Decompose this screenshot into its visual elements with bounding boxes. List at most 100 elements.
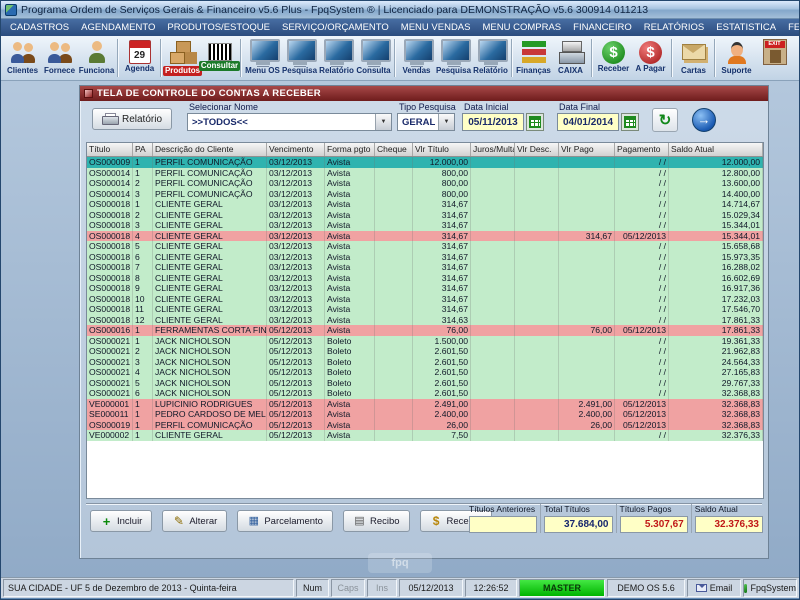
toolbar-button-financas[interactable]: Finanças	[515, 38, 552, 76]
table-cell: PERFIL COMUNICAÇÃO	[153, 168, 267, 179]
toolbar-button-cartas[interactable]: Cartas	[675, 38, 712, 76]
table-row[interactable]: OS00001810CLIENTE GERAL03/12/2013Avista3…	[87, 294, 763, 305]
toolbar-button-relatorio[interactable]: Relatório	[472, 38, 509, 76]
toolbar-button-label: Relatório	[471, 66, 510, 76]
column-header-vencimento[interactable]: Vencimento	[267, 143, 325, 156]
toolbar-button-pesquisa[interactable]: Pesquisa	[281, 38, 318, 76]
table-row[interactable]: OS0000215JACK NICHOLSON05/12/2013Boleto2…	[87, 378, 763, 389]
table-cell: / /	[615, 189, 669, 200]
table-row[interactable]: VE0000021CLIENTE GERAL05/12/2013Avista7,…	[87, 430, 763, 441]
toolbar-button-produtos[interactable]: Produtos	[164, 38, 201, 76]
menu-item-servico-orcamento[interactable]: SERVIÇO/ORÇAMENTO	[276, 19, 395, 36]
table-cell: OS000019	[87, 420, 133, 431]
toolbar-button-fornece[interactable]: Fornece	[41, 38, 78, 76]
column-header-vlr-desc[interactable]: Vlr Desc.	[515, 143, 559, 156]
table-row[interactable]: OS0000188CLIENTE GERAL03/12/2013Avista31…	[87, 273, 763, 284]
menu-item-produtos-estoque[interactable]: PRODUTOS/ESTOQUE	[161, 19, 276, 36]
table-row[interactable]: OS0000161FERRAMENTAS CORTA FINO05/12/201…	[87, 325, 763, 336]
column-header-titulo[interactable]: Título	[87, 143, 133, 156]
go-button[interactable]: →	[692, 108, 716, 132]
refresh-button[interactable]: ↻	[652, 108, 678, 132]
toolbar-button-consultar[interactable]: Consultar	[201, 38, 238, 71]
incluir-button[interactable]: Incluir	[90, 510, 152, 532]
table-row[interactable]: OS0000212JACK NICHOLSON05/12/2013Boleto2…	[87, 346, 763, 357]
table-row[interactable]: OS0000191PERFIL COMUNICAÇÃO05/12/2013Avi…	[87, 420, 763, 431]
table-cell: 32.376,33	[669, 430, 763, 441]
menu-item-estatistica[interactable]: ESTATISTICA	[710, 19, 782, 36]
menu-item-financeiro[interactable]: FINANCEIRO	[567, 19, 638, 36]
table-row[interactable]: OS0000189CLIENTE GERAL03/12/2013Avista31…	[87, 283, 763, 294]
table-row[interactable]: OS0000214JACK NICHOLSON05/12/2013Boleto2…	[87, 367, 763, 378]
toolbar-button-funciona[interactable]: Funciona	[78, 38, 115, 76]
menu-item-agendamento[interactable]: AGENDAMENTO	[75, 19, 161, 36]
data-inicial-field[interactable]: 05/11/2013	[462, 113, 524, 131]
column-header-forma-pgto[interactable]: Forma pgto	[325, 143, 375, 156]
table-row[interactable]: OS0000211JACK NICHOLSON05/12/2013Boleto1…	[87, 336, 763, 347]
table-row[interactable]: OS0000187CLIENTE GERAL03/12/2013Avista31…	[87, 262, 763, 273]
table-cell: PERFIL COMUNICAÇÃO	[153, 420, 267, 431]
toolbar-button-vendas[interactable]: Vendas	[398, 38, 435, 76]
table-cell	[515, 367, 559, 378]
column-header-descricao-do-cliente[interactable]: Descrição do Cliente	[153, 143, 267, 156]
menu-item-menu-compras[interactable]: MENU COMPRAS	[476, 19, 567, 36]
data-final-calendar-button[interactable]	[621, 113, 639, 131]
toolbar-button-a-pagar[interactable]: A Pagar	[632, 38, 669, 74]
table-row[interactable]: OS00001811CLIENTE GERAL03/12/2013Avista3…	[87, 304, 763, 315]
table-row[interactable]: OS0000142PERFIL COMUNICAÇÃO03/12/2013Avi…	[87, 178, 763, 189]
table-row[interactable]: OS0000182CLIENTE GERAL03/12/2013Avista31…	[87, 210, 763, 221]
table-row[interactable]: OS0000184CLIENTE GERAL03/12/2013Avista31…	[87, 231, 763, 242]
toolbar-button-menu-os[interactable]: Menu OS	[244, 38, 281, 76]
table-row[interactable]: OS0000143PERFIL COMUNICAÇÃO03/12/2013Avi…	[87, 189, 763, 200]
data-final-field[interactable]: 04/01/2014	[557, 113, 619, 131]
table-row[interactable]: VE0000011LUPICINIO RODRIGUES05/12/2013Av…	[87, 399, 763, 410]
toolbar-button-clientes[interactable]: Clientes	[4, 38, 41, 76]
tipo-pesquisa-select[interactable]: GERAL ▼	[397, 113, 455, 131]
column-header-juros-multa[interactable]: Juros/Multa	[471, 143, 515, 156]
table-cell	[515, 178, 559, 189]
table-row[interactable]: OS0000181CLIENTE GERAL03/12/2013Avista31…	[87, 199, 763, 210]
data-inicial-calendar-button[interactable]	[526, 113, 544, 131]
toolbar-button-suporte[interactable]: Suporte	[718, 38, 755, 76]
menu-item-menu-vendas[interactable]: MENU VENDAS	[395, 19, 477, 36]
table-row[interactable]: OS0000141PERFIL COMUNICAÇÃO03/12/2013Avi…	[87, 168, 763, 179]
table-row[interactable]: OS0000216JACK NICHOLSON05/12/2013Boleto2…	[87, 388, 763, 399]
chevron-down-icon[interactable]: ▼	[375, 114, 391, 130]
table-row[interactable]: SE0000111PEDRO CARDOSO DE MELO05/12/2013…	[87, 409, 763, 420]
table-cell: 05/12/2013	[615, 399, 669, 410]
menu-item-ferramentas[interactable]: FERRAMENTAS	[782, 19, 800, 36]
table-row[interactable]: OS00001812CLIENTE GERAL03/12/2013Avista3…	[87, 315, 763, 326]
table-row[interactable]: OS0000183CLIENTE GERAL03/12/2013Avista31…	[87, 220, 763, 231]
column-header-vlr-pago[interactable]: Vlr Pago	[559, 143, 615, 156]
toolbar-button-label: Relatório	[317, 66, 356, 76]
table-cell	[515, 325, 559, 336]
column-header-cheque[interactable]: Cheque	[375, 143, 413, 156]
chevron-down-icon[interactable]: ▼	[438, 114, 454, 130]
column-header-pagamento[interactable]: Pagamento	[615, 143, 669, 156]
menu-item-cadastros[interactable]: CADASTROS	[4, 19, 75, 36]
table-cell	[559, 273, 615, 284]
column-header-saldo-atual[interactable]: Saldo Atual	[669, 143, 763, 156]
toolbar-button-pesquisa[interactable]: Pesquisa	[435, 38, 472, 76]
toolbar-button-receber[interactable]: Receber	[595, 38, 632, 74]
table-row[interactable]: OS0000186CLIENTE GERAL03/12/2013Avista31…	[87, 252, 763, 263]
selecionar-nome-select[interactable]: >>TODOS<< ▼	[187, 113, 392, 131]
column-header-pa[interactable]: PA	[133, 143, 153, 156]
toolbar-button-agenda[interactable]: Agenda	[121, 38, 158, 74]
parcelamento-button[interactable]: Parcelamento	[237, 510, 333, 532]
table-row[interactable]: OS0000213JACK NICHOLSON05/12/2013Boleto2…	[87, 357, 763, 368]
table-row[interactable]: OS0000091PERFIL COMUNICAÇÃO03/12/2013Avi…	[87, 157, 763, 168]
table-cell: / /	[615, 241, 669, 252]
table-cell: 03/12/2013	[267, 231, 325, 242]
alterar-button[interactable]: Alterar	[162, 510, 227, 532]
toolbar-button-relatorio[interactable]: Relatório	[318, 38, 355, 76]
parcelamento-label: Parcelamento	[264, 516, 323, 527]
relatorio-button[interactable]: Relatório	[92, 108, 172, 130]
toolbar-button-exit[interactable]	[756, 38, 793, 65]
menu-item-relatorios[interactable]: RELATÓRIOS	[638, 19, 711, 36]
toolbar-button-caixa[interactable]: CAIXA	[552, 38, 589, 76]
toolbar-button-consulta[interactable]: Consulta	[355, 38, 392, 76]
table-cell: 1	[133, 430, 153, 441]
column-header-vlr-titulo[interactable]: Vlr Título	[413, 143, 471, 156]
recibo-button[interactable]: Recibo	[343, 510, 410, 532]
table-row[interactable]: OS0000185CLIENTE GERAL03/12/2013Avista31…	[87, 241, 763, 252]
